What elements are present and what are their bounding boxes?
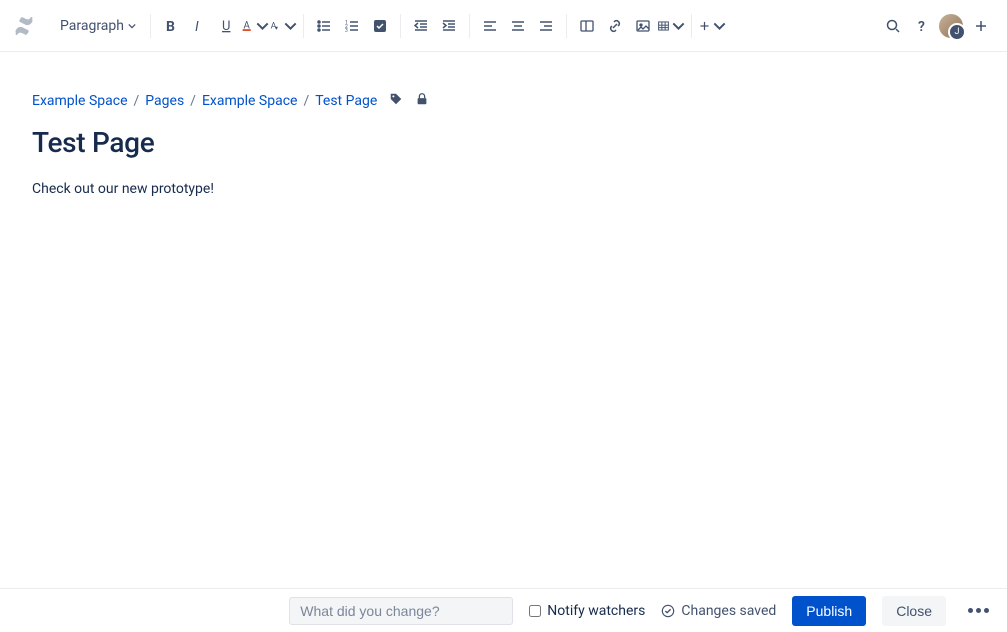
numbered-list-button[interactable]: 123 [338,12,366,40]
breadcrumb-link[interactable]: Test Page [315,93,377,109]
chevron-down-icon [713,18,726,34]
insert-button[interactable] [698,12,726,40]
svg-text:I: I [195,19,199,34]
separator [303,14,304,38]
breadcrumb-link[interactable]: Example Space [32,93,128,109]
notify-label: Notify watchers [547,603,645,619]
outdent-button[interactable] [407,12,435,40]
breadcrumb: Example Space / Pages / Example Space / … [32,92,1007,110]
svg-text:▾: ▾ [275,24,279,32]
chevron-down-icon [284,18,297,34]
user-avatar[interactable] [939,14,963,38]
editor-footer: Notify watchers Changes saved Publish Cl… [0,588,1007,632]
separator [691,14,692,38]
link-button[interactable] [601,12,629,40]
save-status-label: Changes saved [681,603,776,619]
chevron-down-icon [256,18,269,34]
invite-button[interactable] [967,12,995,40]
bold-button[interactable]: B [157,12,185,40]
separator [400,14,401,38]
breadcrumb-link[interactable]: Pages [145,93,184,109]
editor-content: Example Space / Pages / Example Space / … [0,52,1007,197]
layout-button[interactable] [573,12,601,40]
notify-watchers-checkbox[interactable]: Notify watchers [529,603,645,619]
task-list-button[interactable] [366,12,394,40]
page-body[interactable]: Check out our new prototype! [32,181,1007,197]
save-status: Changes saved [661,603,776,619]
help-button[interactable]: ? [907,12,935,40]
indent-button[interactable] [435,12,463,40]
svg-text:B: B [166,19,175,34]
chevron-down-icon [128,22,136,30]
label-icon[interactable] [389,92,403,110]
page-title[interactable]: Test Page [32,126,1007,159]
svg-text:3: 3 [345,28,348,34]
paragraph-style-select[interactable]: Paragraph [52,14,144,38]
confluence-logo[interactable] [12,14,36,38]
breadcrumb-separator: / [190,93,196,109]
bullet-list-button[interactable] [310,12,338,40]
change-comment-input[interactable] [289,597,513,625]
chevron-down-icon [672,18,685,34]
editor-toolbar: Paragraph B I U A A▾ 123 ? [0,0,1007,52]
publish-button[interactable]: Publish [792,596,866,626]
align-right-button[interactable] [532,12,560,40]
more-formatting-button[interactable]: A▾ [269,12,297,40]
align-left-button[interactable] [476,12,504,40]
text-color-button[interactable]: A [241,12,269,40]
style-label: Paragraph [60,18,124,34]
separator [566,14,567,38]
check-circle-icon [661,604,675,618]
notify-checkbox-input[interactable] [529,605,541,617]
restrictions-icon[interactable] [415,92,429,110]
image-button[interactable] [629,12,657,40]
svg-text:U: U [222,19,230,34]
svg-text:?: ? [918,19,925,34]
breadcrumb-link[interactable]: Example Space [202,93,298,109]
italic-button[interactable]: I [185,12,213,40]
breadcrumb-separator: / [303,93,309,109]
align-center-button[interactable] [504,12,532,40]
underline-button[interactable]: U [213,12,241,40]
close-button[interactable]: Close [882,596,946,626]
separator [150,14,151,38]
breadcrumb-separator: / [134,93,140,109]
search-button[interactable] [879,12,907,40]
separator [469,14,470,38]
table-button[interactable] [657,12,685,40]
more-actions-button[interactable] [962,608,995,613]
